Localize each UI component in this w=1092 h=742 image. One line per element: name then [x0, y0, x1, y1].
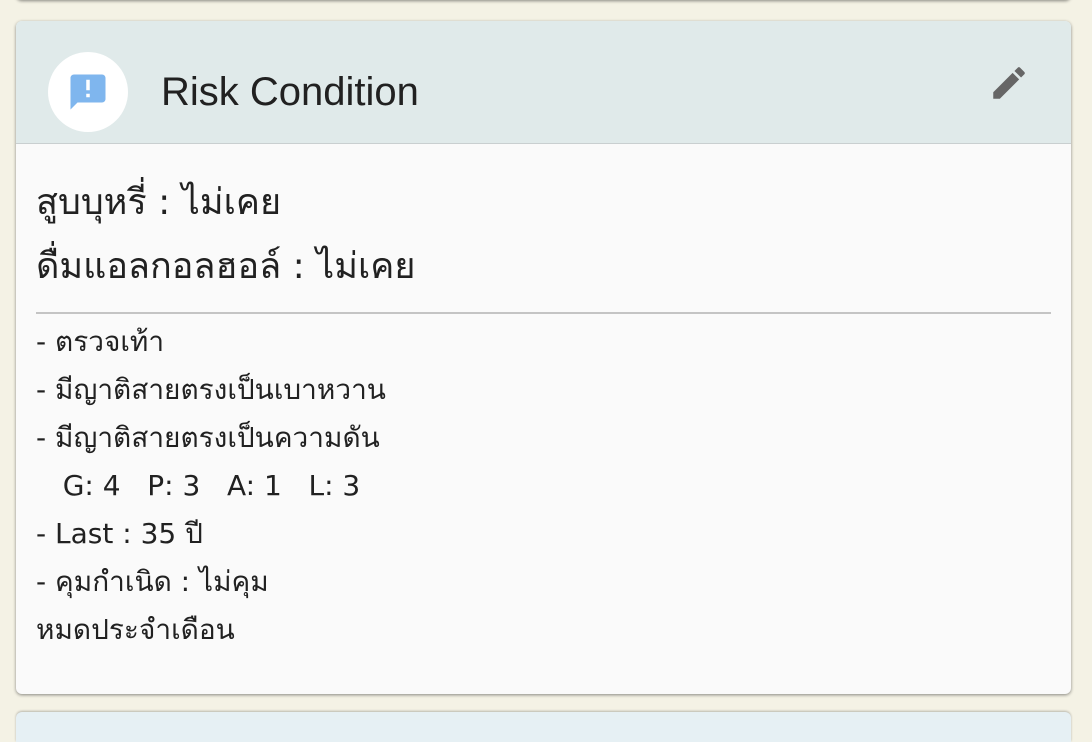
pencil-edit-icon [988, 62, 1030, 108]
smoking-status: สูบบุหรี่ : ไม่เคย [36, 182, 282, 223]
card-body: สูบบุหรี่ : ไม่เคย ดื่มแอลกอลฮอล์ : ไม่เ… [16, 144, 1071, 654]
obstetric-history: G: 4 P: 3 A: 1 L: 3 [36, 469, 361, 502]
divider [36, 312, 1051, 314]
risk-detail-list: - ตรวจเท้า - มีญาติสายตรงเป็นเบาหวาน - ม… [36, 318, 1051, 654]
card-header: Risk Condition [16, 21, 1071, 144]
feedback-alert-icon [67, 71, 109, 113]
card-title: Risk Condition [161, 70, 419, 114]
list-item: - มีญาติสายตรงเป็นความดัน [36, 421, 380, 454]
edit-button[interactable] [987, 63, 1031, 107]
list-item: - Last : 35 ปี [36, 517, 203, 550]
list-item: - มีญาติสายตรงเป็นเบาหวาน [36, 373, 386, 406]
risk-condition-card: Risk Condition สูบบุหรี่ : ไม่เคย ดื่มแอ… [16, 21, 1071, 694]
next-card-edge [16, 712, 1071, 742]
list-item: หมดประจำเดือน [36, 613, 235, 646]
list-item: - คุมกำเนิด : ไม่คุม [36, 565, 269, 598]
list-item: - ตรวจเท้า [36, 325, 165, 358]
alcohol-status: ดื่มแอลกอลฮอล์ : ไม่เคย [36, 246, 416, 287]
avatar [48, 52, 128, 132]
